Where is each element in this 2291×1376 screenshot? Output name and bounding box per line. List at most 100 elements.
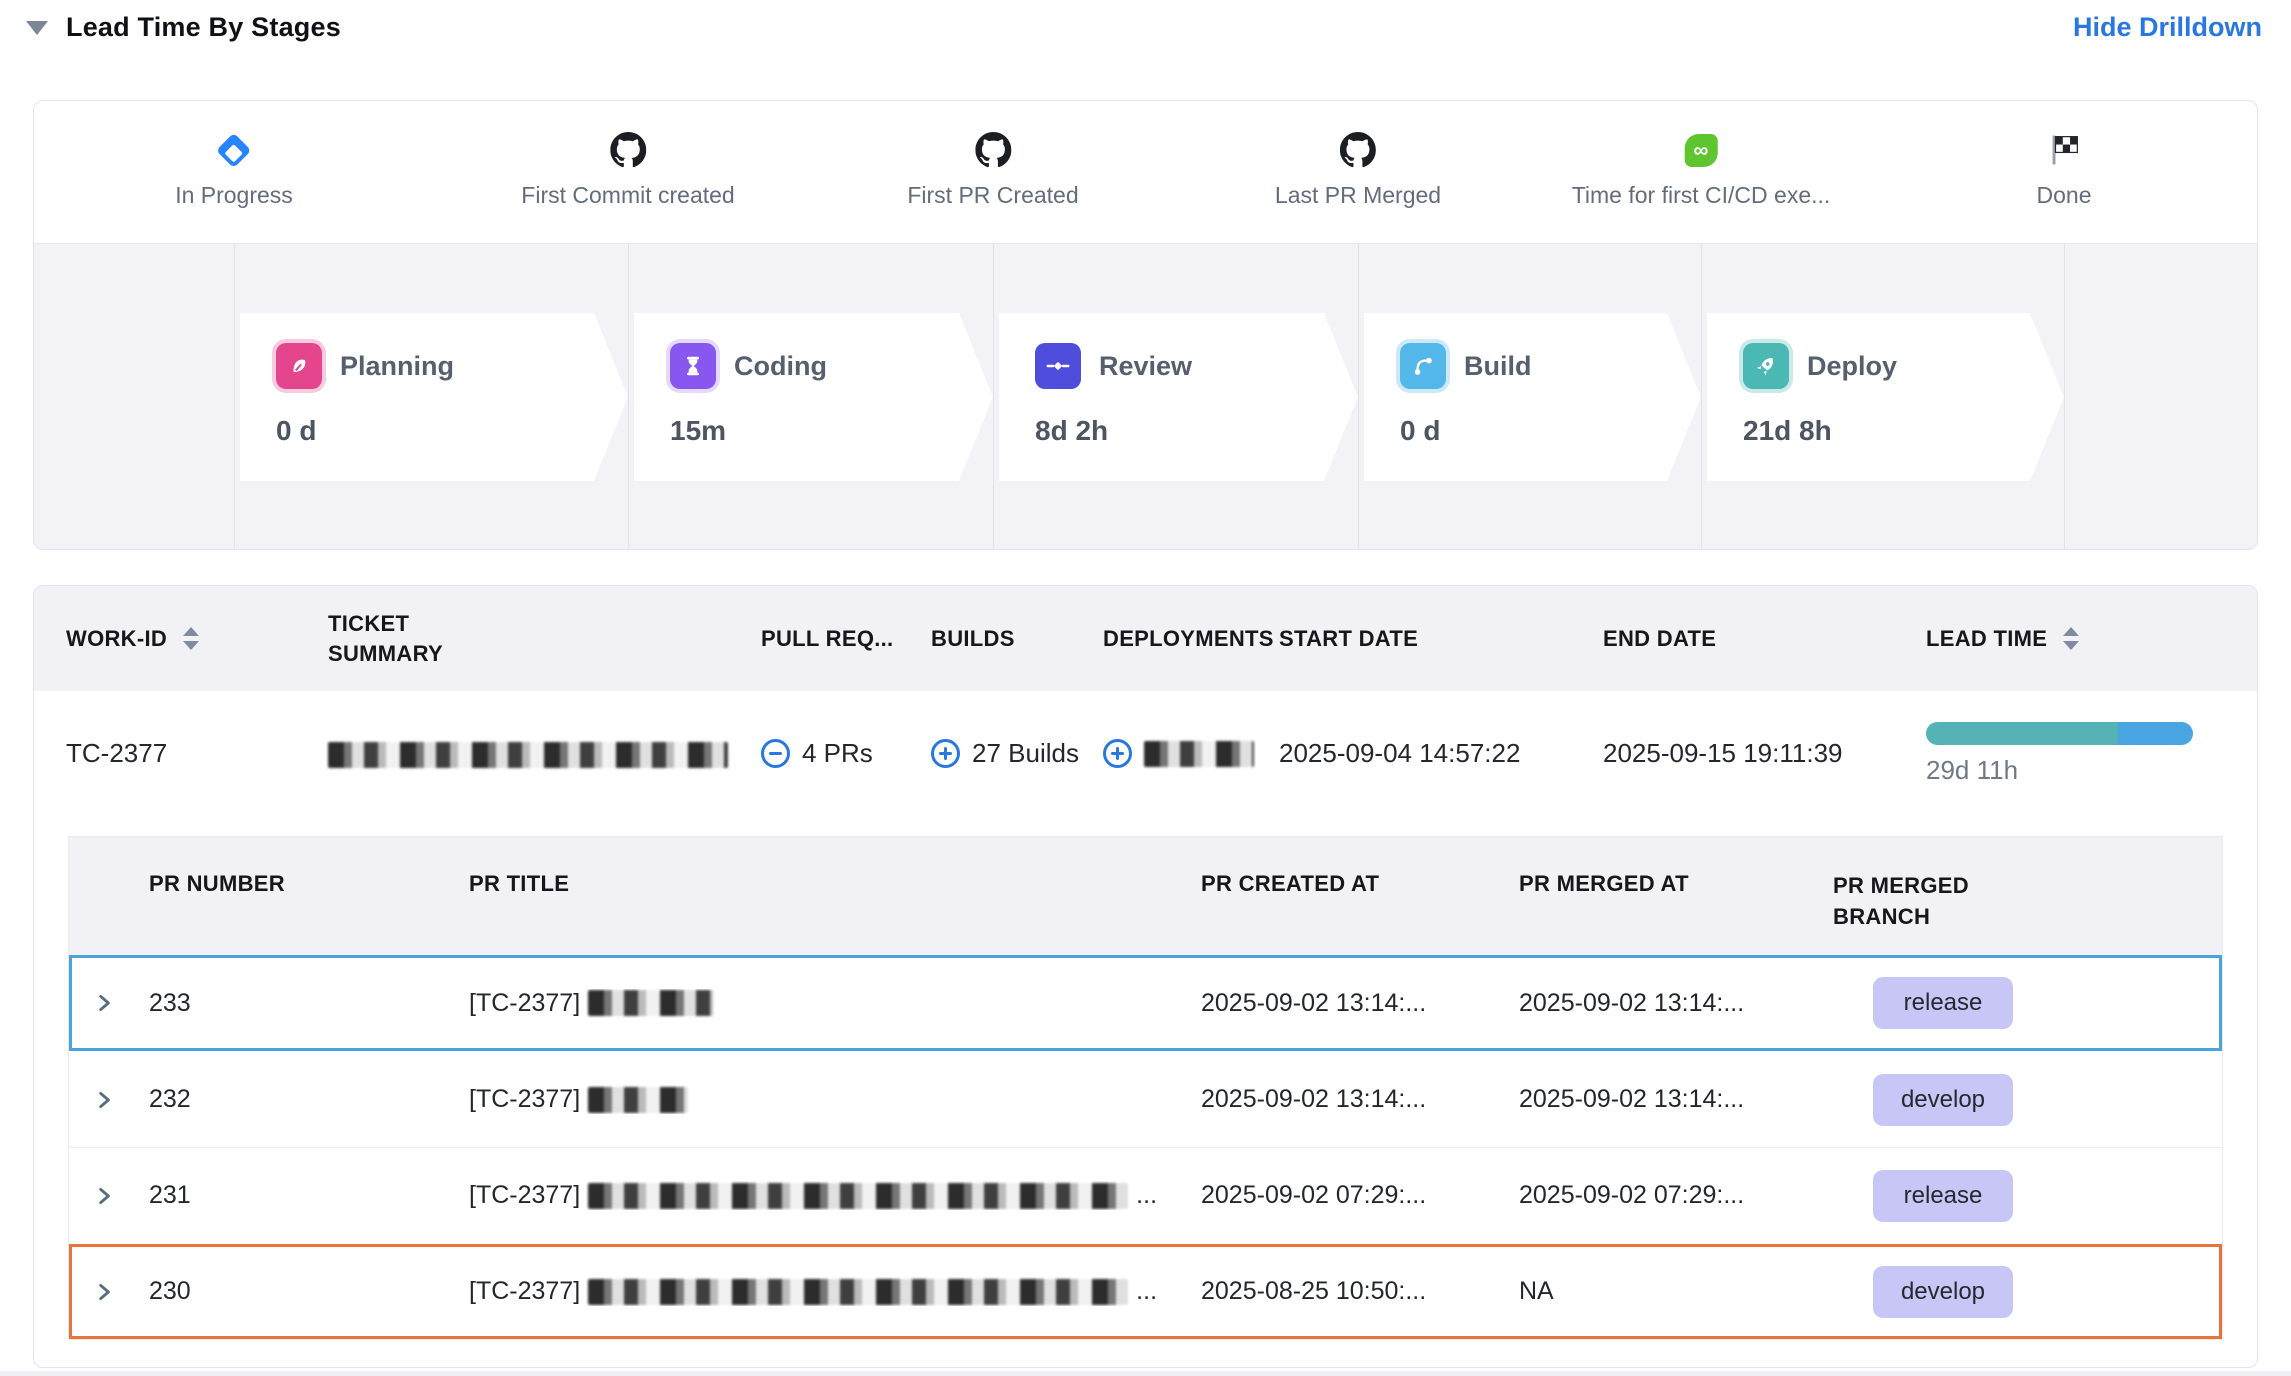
column-header-pr-created-at: PR CREATED AT [1201,871,1519,897]
column-header-builds: BUILDS [931,626,1103,652]
sort-work-id-icon[interactable] [183,627,199,650]
page-header-left: Lead Time By Stages [26,12,341,43]
milestone-label: Last PR Merged [1275,182,1441,209]
column-header-pull-requests: PULL REQ... [761,626,931,652]
stage-divider [628,244,629,549]
pr-merged-at: NA [1519,1277,1833,1306]
branch-badge: release [1873,977,2013,1029]
pr-merged-at: 2025-09-02 13:14:... [1519,1085,1833,1114]
stage-duration: 0 d [1400,415,1701,447]
milestone-label: In Progress [175,182,293,209]
expand-builds-icon[interactable] [931,739,960,768]
stage-duration: 21d 8h [1743,415,2064,447]
stage-divider [234,244,235,549]
stage-divider [1701,244,1702,549]
milestone-cicd: ∞ Time for first CI/CD exe... [1572,101,1831,209]
stage-card-deploy: Deploy 21d 8h [1707,313,2064,481]
pr-created-at: 2025-09-02 13:14:... [1201,1085,1519,1114]
hourglass-icon [670,343,716,389]
stage-divider [993,244,994,549]
jira-diamond-icon [221,131,246,169]
finish-flag-icon [2049,131,2079,169]
lead-time-bar [1926,722,2193,745]
pr-created-at: 2025-09-02 07:29:... [1201,1181,1519,1210]
column-header-deployments: DEPLOYMENTS [1103,626,1279,652]
stage-name: Deploy [1807,351,1897,382]
pr-created-at: 2025-08-25 10:50:... [1201,1277,1519,1306]
bottom-edge-strip [0,1371,2291,1376]
stage-duration: 8d 2h [1035,415,1358,447]
expand-row-icon[interactable] [93,1281,149,1303]
pr-title: [TC-2377]... [469,1181,1201,1210]
git-commit-icon [1035,343,1081,389]
column-header-ticket-summary: TICKET SUMMARY [328,609,761,668]
expand-row-icon[interactable] [93,992,149,1014]
lead-time-stages-panel: In Progress First Commit created First P… [33,100,2258,550]
redacted-pr-title [588,1183,1128,1209]
pr-number: 230 [149,1277,469,1306]
column-header-pr-title: PR TITLE [469,871,1201,897]
deployments-cell [1103,739,1279,768]
end-date-cell: 2025-09-15 19:11:39 [1603,738,1926,769]
lead-time-cell: 29d 11h [1926,722,2257,786]
column-header-lead-time: LEAD TIME [1926,626,2257,652]
work-table-header: WORK-ID TICKET SUMMARY PULL REQ... BUILD… [34,586,2257,691]
redacted-ticket-summary [328,742,728,768]
sort-lead-time-icon[interactable] [2063,627,2079,650]
redacted-deployments-count [1144,741,1254,767]
pr-row-232[interactable]: 232 [TC-2377] 2025-09-02 13:14:... 2025-… [69,1051,2222,1147]
milestone-label: First PR Created [907,182,1078,209]
collapse-caret-icon[interactable] [26,21,48,35]
pr-row-233[interactable]: 233 [TC-2377] 2025-09-02 13:14:... 2025-… [69,955,2222,1051]
column-header-pr-merged-at: PR MERGED AT [1519,871,1833,897]
stage-name: Review [1099,351,1192,382]
pr-title: [TC-2377]... [469,1277,1201,1306]
pr-number: 232 [149,1085,469,1114]
page-title: Lead Time By Stages [66,12,341,43]
stage-divider [1358,244,1359,549]
column-header-pr-number: PR NUMBER [149,871,469,897]
redacted-pr-title [588,1279,1128,1305]
pr-title: [TC-2377] [469,989,1201,1018]
stage-duration: 15m [670,415,993,447]
milestone-first-pr: First PR Created [907,101,1078,209]
pr-table: PR NUMBER PR TITLE PR CREATED AT PR MERG… [68,836,2223,1340]
milestone-done: Done [2037,101,2092,209]
milestone-first-commit: First Commit created [521,101,734,209]
expand-row-icon[interactable] [93,1089,149,1111]
redacted-pr-title [588,1087,688,1113]
pr-number: 233 [149,989,469,1018]
pr-merged-at: 2025-09-02 13:14:... [1519,989,1833,1018]
lead-time-value: 29d 11h [1926,755,2257,786]
pull-requests-cell: 4 PRs [761,738,931,769]
stage-card-coding: Coding 15m [634,313,993,481]
branch-badge: develop [1873,1074,2013,1126]
stage-name: Build [1464,351,1532,382]
start-date-cell: 2025-09-04 14:57:22 [1279,738,1603,769]
column-header-work-id: WORK-ID [66,626,328,652]
github-icon [975,131,1011,169]
work-id-cell: TC-2377 [66,738,328,769]
expand-deployments-icon[interactable] [1103,739,1132,768]
expand-row-icon[interactable] [93,1185,149,1207]
builds-cell: 27 Builds [931,738,1103,769]
lead-time-bar-blue-segment [2118,722,2193,745]
lead-time-bar-teal-segment [1926,722,2118,745]
stage-divider [2064,244,2065,549]
redacted-pr-title [588,990,713,1016]
pr-row-231[interactable]: 231 [TC-2377]... 2025-09-02 07:29:... 20… [69,1147,2222,1243]
pr-title: [TC-2377] [469,1085,1201,1114]
stage-name: Coding [734,351,827,382]
milestone-in-progress: In Progress [175,101,293,209]
branch-badge: release [1873,1170,2013,1222]
branch-badge: develop [1873,1266,2013,1318]
hide-drilldown-link[interactable]: Hide Drilldown [2073,12,2262,43]
pr-row-230[interactable]: 230 [TC-2377]... 2025-08-25 10:50:... NA… [69,1243,2222,1339]
stage-card-build: Build 0 d [1364,313,1701,481]
stage-card-planning: Planning 0 d [240,313,628,481]
milestone-last-pr-merged: Last PR Merged [1275,101,1441,209]
stage-name: Planning [340,351,454,382]
github-icon [610,131,646,169]
collapse-prs-icon[interactable] [761,739,790,768]
work-item-row[interactable]: TC-2377 4 PRs 27 Builds 2025-09-04 14:57… [34,691,2257,816]
